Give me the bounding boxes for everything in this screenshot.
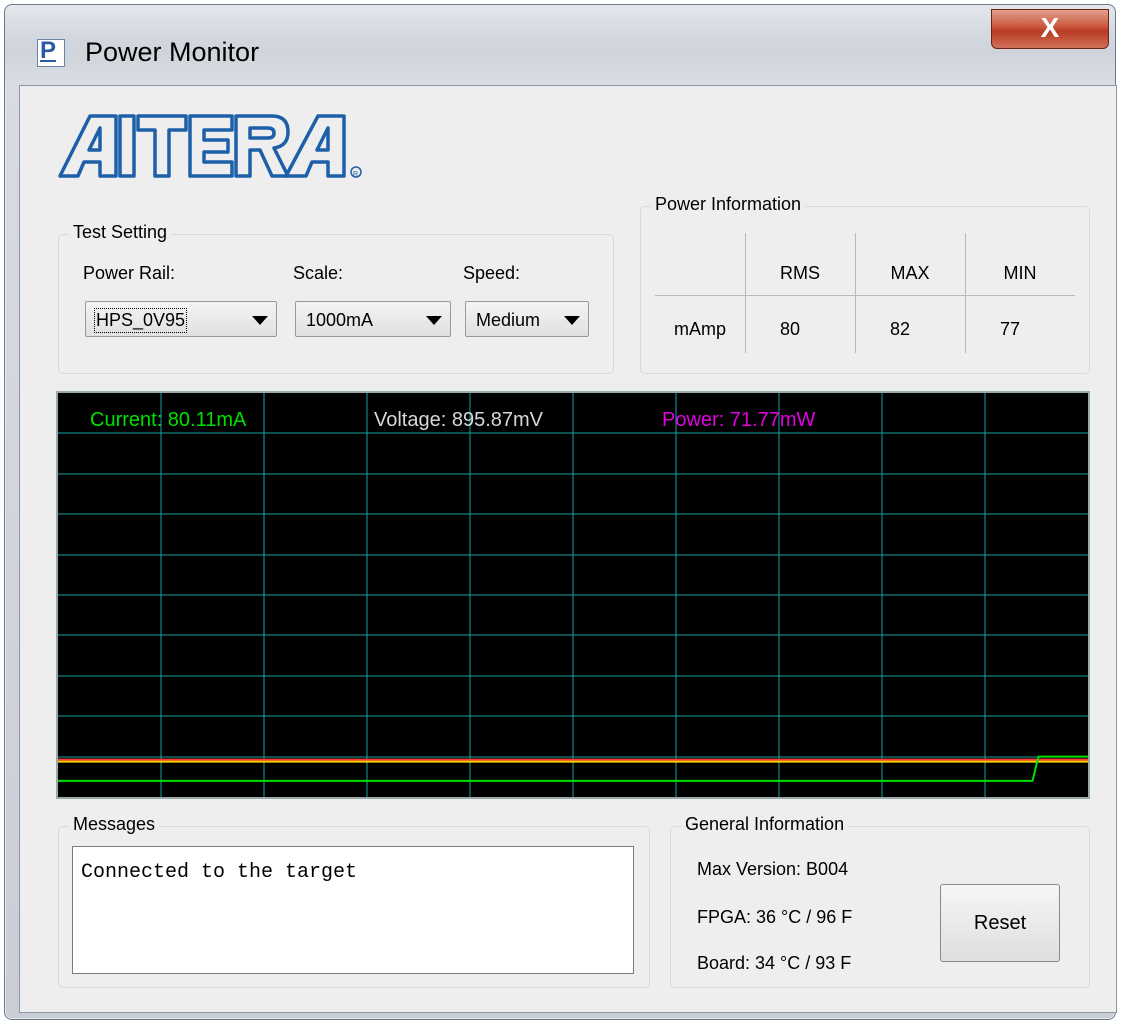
scale-label: Scale: — [293, 263, 344, 283]
column-header-rms: RMS — [780, 263, 820, 283]
min-value: 77 — [999, 319, 1021, 339]
test-setting-group: Test Setting Power Rail: Scale: Speed: H… — [58, 222, 614, 374]
row-label-mamp: mAmp — [673, 319, 726, 339]
altera-logo: R — [56, 110, 376, 191]
fpga-temperature-text: FPGA: 36 °C / 96 F — [697, 907, 853, 927]
rms-value: 80 — [779, 319, 801, 339]
power-monitor-window: P Power Monitor X R Test Setting Power R… — [4, 4, 1117, 1020]
power-readout: Power: 71.77mW — [662, 409, 816, 431]
power-scope-display: Current: 80.11mA Voltage: 895.87mV Power… — [56, 391, 1090, 799]
speed-select[interactable]: Medium — [465, 301, 589, 337]
chevron-down-icon — [426, 316, 442, 325]
table-divider — [655, 295, 1075, 296]
reset-button[interactable]: Reset — [940, 884, 1060, 962]
board-temperature-text: Board: 34 °C / 93 F — [697, 953, 852, 973]
max-version-text: Max Version: B004 — [697, 859, 849, 879]
title-bar[interactable]: P Power Monitor X — [5, 5, 1115, 83]
max-value: 82 — [889, 319, 911, 339]
app-icon: P — [37, 37, 65, 67]
test-setting-legend: Test Setting — [69, 222, 172, 243]
power-information-legend: Power Information — [651, 194, 806, 215]
svg-text:R: R — [353, 171, 358, 178]
client-area: R Test Setting Power Rail: Scale: Speed:… — [19, 85, 1117, 1013]
column-header-min: MIN — [1003, 263, 1037, 283]
power-information-group: Power Information RMS MAX MIN mAmp 80 82… — [640, 194, 1090, 374]
close-button[interactable]: X — [991, 9, 1109, 49]
chevron-down-icon — [564, 316, 580, 325]
window-title: Power Monitor — [85, 37, 260, 67]
column-header-max: MAX — [890, 263, 930, 283]
speed-label: Speed: — [463, 263, 521, 283]
chevron-down-icon — [252, 316, 268, 325]
general-information-legend: General Information — [681, 814, 849, 835]
messages-textbox[interactable]: Connected to the target — [72, 846, 634, 974]
speed-value: Medium — [476, 310, 541, 330]
power-rail-label: Power Rail: — [83, 263, 176, 283]
power-rail-select[interactable]: HPS_0V95 — [85, 301, 277, 337]
scale-value: 1000mA — [306, 310, 374, 330]
scope-graph — [58, 393, 1088, 797]
current-readout: Current: 80.11mA — [90, 409, 247, 431]
voltage-readout: Voltage: 895.87mV — [374, 409, 544, 431]
messages-legend: Messages — [69, 814, 160, 835]
scale-select[interactable]: 1000mA — [295, 301, 451, 337]
power-rail-value: HPS_0V95 — [93, 308, 188, 333]
